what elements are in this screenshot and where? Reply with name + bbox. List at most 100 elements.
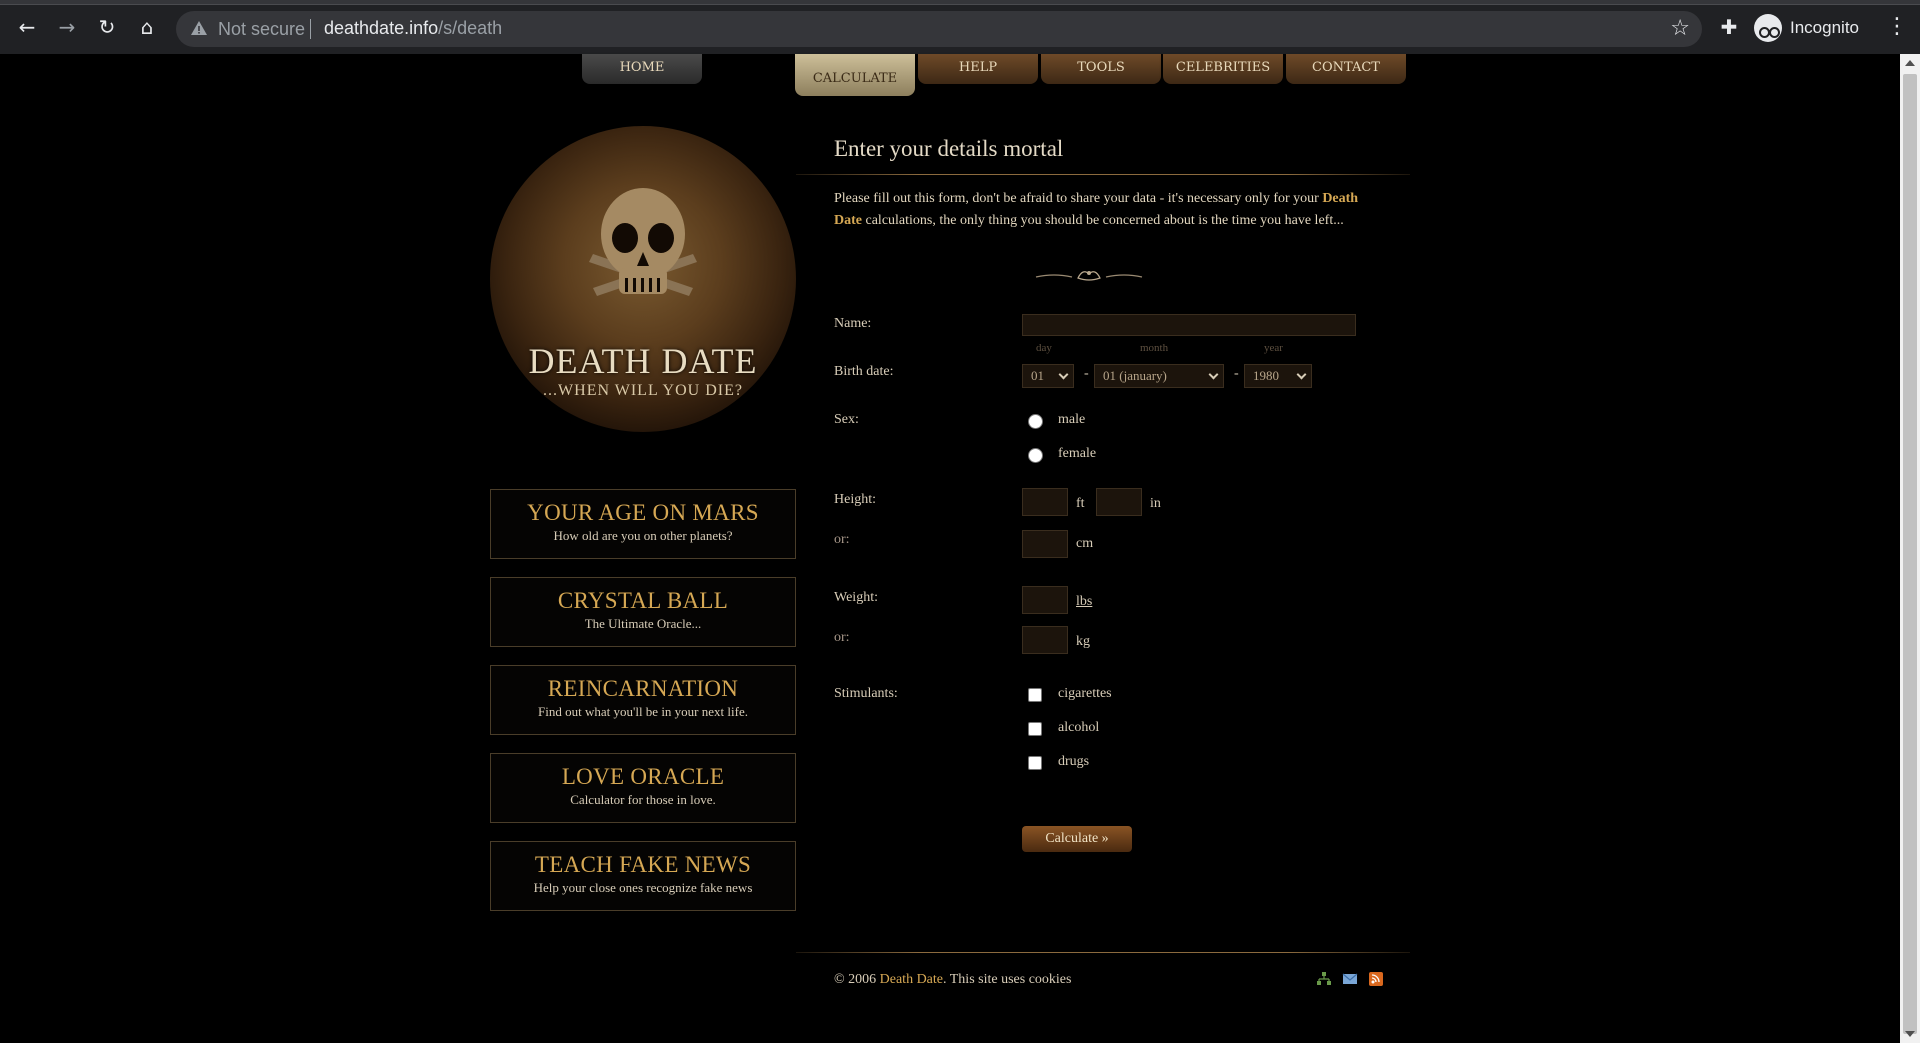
cookies-notice: . This site uses cookies bbox=[943, 972, 1072, 987]
weight-lbs-input[interactable] bbox=[1022, 586, 1068, 614]
promo-teach-fake-news[interactable]: TEACH FAKE NEWS Help your close ones rec… bbox=[490, 841, 796, 911]
nav-tab-calculate[interactable]: CALCULATE bbox=[795, 54, 915, 96]
scroll-up-icon[interactable] bbox=[1905, 60, 1915, 66]
skull-icon bbox=[589, 188, 697, 296]
promo-title: REINCARNATION bbox=[547, 676, 739, 701]
email-icon[interactable] bbox=[1342, 972, 1358, 986]
forward-icon[interactable]: → bbox=[54, 14, 80, 40]
drugs-checkbox[interactable] bbox=[1028, 756, 1042, 770]
name-label: Name: bbox=[834, 316, 872, 331]
url-text[interactable]: deathdate.info/s/death bbox=[324, 18, 502, 39]
promo-reincarnation[interactable]: REINCARNATION Find out what you'll be in… bbox=[490, 665, 796, 735]
height-ft-input[interactable] bbox=[1022, 488, 1068, 516]
promo-subtitle: How old are you on other planets? bbox=[553, 528, 733, 543]
weight-kg-input[interactable] bbox=[1022, 626, 1068, 654]
promo-title: YOUR AGE ON MARS bbox=[527, 500, 759, 525]
chevron-down-icon bbox=[1208, 369, 1219, 380]
url-path: /s/death bbox=[438, 18, 503, 38]
logo-subtitle: ...WHEN WILL YOU DIE? bbox=[543, 382, 743, 399]
promo-subtitle: Calculator for those in love. bbox=[570, 792, 716, 807]
cigarettes-label[interactable]: cigarettes bbox=[1058, 686, 1112, 702]
height-label: Height: bbox=[834, 492, 876, 507]
page: HOME CALCULATE HELP TOOLS CELEBRITIES CO… bbox=[0, 54, 1900, 1043]
promo-title: CRYSTAL BALL bbox=[557, 588, 729, 613]
browser-toolbar: ← → ↻ ⌂ Not secure deathdate.info/s/deat… bbox=[0, 0, 1920, 54]
birth-month-value: 01 (january) bbox=[1103, 368, 1167, 383]
promo-subtitle: Help your close ones recognize fake news bbox=[533, 880, 753, 895]
rss-icon[interactable] bbox=[1368, 972, 1384, 986]
male-label[interactable]: male bbox=[1058, 412, 1085, 428]
year-hint: year bbox=[1264, 342, 1283, 354]
birth-date-label: Birth date: bbox=[834, 364, 894, 379]
page-scrollbar[interactable] bbox=[1900, 54, 1920, 1043]
back-icon[interactable]: ← bbox=[14, 14, 40, 40]
female-radio[interactable] bbox=[1028, 448, 1043, 463]
cm-unit: cm bbox=[1076, 536, 1094, 551]
url-domain: deathdate.info bbox=[324, 18, 439, 38]
ornament-divider-icon bbox=[1035, 271, 1143, 281]
alcohol-checkbox[interactable] bbox=[1028, 722, 1042, 736]
address-bar[interactable]: Not secure deathdate.info/s/death ☆ bbox=[176, 11, 1702, 47]
reload-icon[interactable]: ↻ bbox=[94, 14, 120, 40]
home-icon[interactable]: ⌂ bbox=[134, 14, 160, 40]
browser-menu-icon[interactable]: ⋮ bbox=[1886, 14, 1908, 39]
birth-day-value: 01 bbox=[1031, 368, 1044, 383]
ft-unit: ft bbox=[1076, 496, 1085, 511]
scrollbar-thumb[interactable] bbox=[1903, 74, 1917, 1034]
footer-divider bbox=[796, 952, 1410, 953]
promo-age-on-mars[interactable]: YOUR AGE ON MARS How old are you on othe… bbox=[490, 489, 796, 559]
scroll-down-icon[interactable] bbox=[1905, 1031, 1915, 1037]
promo-title: TEACH FAKE NEWS bbox=[534, 852, 752, 877]
promo-title: LOVE ORACLE bbox=[561, 764, 725, 789]
extensions-puzzle-icon[interactable]: ✚ bbox=[1716, 14, 1742, 40]
incognito-icon bbox=[1754, 14, 1782, 42]
promo-subtitle: The Ultimate Oracle... bbox=[584, 616, 702, 631]
site-logo[interactable]: DEATH DATE ...WHEN WILL YOU DIE? bbox=[490, 126, 796, 432]
intro-text: Please fill out this form, don't be afra… bbox=[834, 188, 1374, 232]
footer-icons bbox=[1316, 972, 1384, 986]
promo-crystal-ball[interactable]: CRYSTAL BALL The Ultimate Oracle... bbox=[490, 577, 796, 647]
intro-text-part1: Please fill out this form, don't be afra… bbox=[834, 191, 1323, 206]
logo-title: DEATH DATE bbox=[528, 341, 758, 381]
copyright: © 2006 bbox=[834, 972, 877, 987]
nav-tab-celebrities[interactable]: CELEBRITIES bbox=[1163, 54, 1283, 84]
female-label[interactable]: female bbox=[1058, 446, 1096, 462]
birth-year-value: 1980 bbox=[1253, 368, 1279, 383]
nav-tab-contact[interactable]: CONTACT bbox=[1286, 54, 1406, 84]
height-cm-input[interactable] bbox=[1022, 530, 1068, 558]
bookmark-star-icon[interactable]: ☆ bbox=[1670, 16, 1690, 41]
date-separator: - bbox=[1234, 366, 1239, 381]
nav-tab-help[interactable]: HELP bbox=[918, 54, 1038, 84]
male-radio[interactable] bbox=[1028, 414, 1043, 429]
title-divider bbox=[796, 174, 1410, 175]
birth-month-select[interactable]: 01 (january) bbox=[1094, 364, 1224, 388]
height-in-input[interactable] bbox=[1096, 488, 1142, 516]
nav-tab-tools[interactable]: TOOLS bbox=[1041, 54, 1161, 84]
promo-subtitle: Find out what you'll be in your next lif… bbox=[538, 704, 748, 719]
intro-text-part2: calculations, the only thing you should … bbox=[862, 213, 1344, 228]
calculate-button[interactable]: Calculate » bbox=[1022, 826, 1132, 852]
nav-tab-home[interactable]: HOME bbox=[582, 54, 702, 84]
page-title: Enter your details mortal bbox=[834, 136, 1064, 161]
incognito-profile-button[interactable]: Incognito bbox=[1754, 12, 1859, 44]
chevron-down-icon bbox=[1296, 369, 1307, 380]
height-or-label: or: bbox=[834, 532, 850, 547]
footer-brand-link[interactable]: Death Date bbox=[880, 972, 943, 987]
alcohol-label[interactable]: alcohol bbox=[1058, 720, 1099, 736]
birth-year-select[interactable]: 1980 bbox=[1244, 364, 1312, 388]
weight-or-label: or: bbox=[834, 630, 850, 645]
cigarettes-checkbox[interactable] bbox=[1028, 688, 1042, 702]
warning-icon bbox=[191, 21, 207, 35]
security-label[interactable]: Not secure bbox=[218, 19, 305, 40]
in-unit: in bbox=[1150, 496, 1161, 511]
birth-day-select[interactable]: 01 bbox=[1022, 364, 1074, 388]
sitemap-icon[interactable] bbox=[1316, 972, 1332, 986]
promo-love-oracle[interactable]: LOVE ORACLE Calculator for those in love… bbox=[490, 753, 796, 823]
name-input[interactable] bbox=[1022, 314, 1356, 336]
drugs-label[interactable]: drugs bbox=[1058, 754, 1089, 770]
month-hint: month bbox=[1140, 342, 1169, 354]
stimulants-label: Stimulants: bbox=[834, 686, 898, 701]
sex-label: Sex: bbox=[834, 412, 859, 427]
day-hint: day bbox=[1036, 342, 1052, 354]
omnibox-separator bbox=[310, 19, 311, 39]
